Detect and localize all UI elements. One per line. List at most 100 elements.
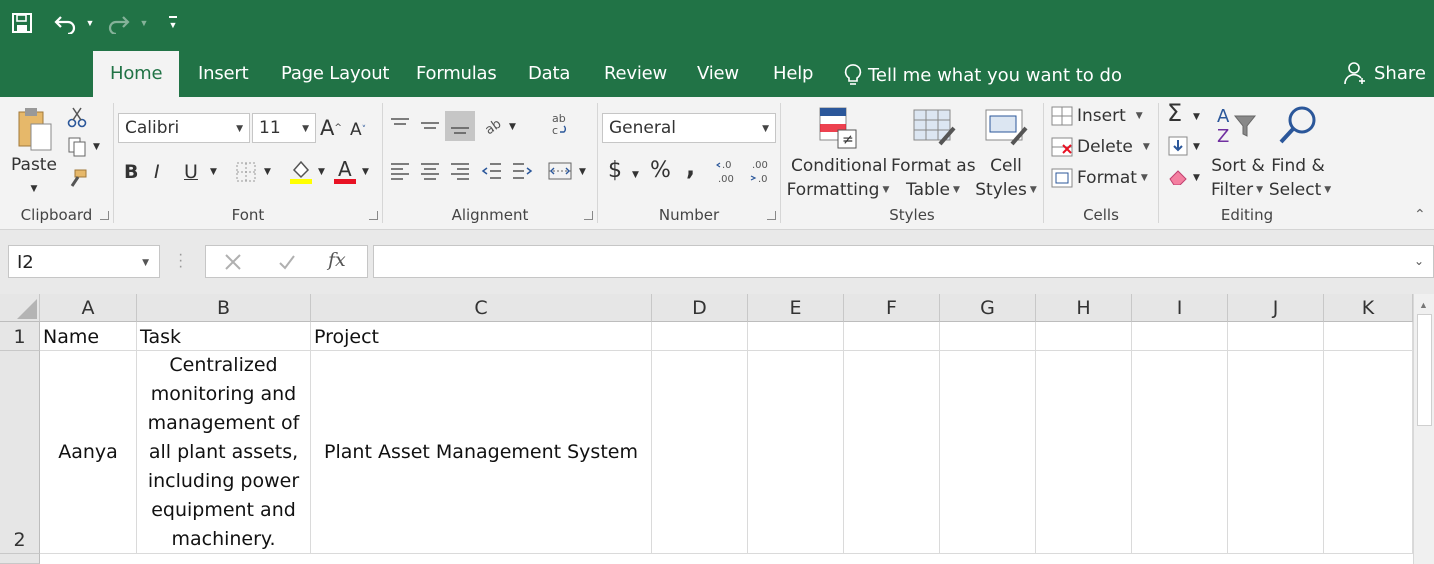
clear-dropdown-icon[interactable]: ▼ — [1193, 166, 1200, 190]
cell-f2[interactable] — [844, 351, 940, 554]
sort-filter-label-2[interactable]: Filter ▼ — [1207, 178, 1267, 202]
column-header-g[interactable]: G — [940, 294, 1036, 322]
cell-k1[interactable] — [1324, 322, 1413, 351]
cell-a2[interactable]: Aanya — [40, 351, 137, 554]
cell-styles-icon[interactable] — [983, 105, 1029, 151]
decrease-decimal-icon[interactable]: .00.0 — [748, 157, 776, 185]
scrollbar-thumb[interactable] — [1417, 314, 1432, 426]
cell-b2[interactable]: Centralized monitoring and management of… — [137, 351, 311, 554]
format-cells-icon[interactable] — [1050, 167, 1074, 189]
cell-d1[interactable] — [652, 322, 748, 351]
column-header-a[interactable]: A — [40, 294, 137, 322]
column-header-f[interactable]: F — [844, 294, 940, 322]
cell-styles-label-1[interactable]: Cell — [979, 154, 1033, 178]
top-align-icon[interactable] — [387, 113, 413, 137]
tab-review[interactable]: Review — [604, 63, 667, 84]
cell-h1[interactable] — [1036, 322, 1132, 351]
column-header-d[interactable]: D — [652, 294, 748, 322]
redo-icon[interactable] — [106, 10, 132, 36]
column-header-i[interactable]: I — [1132, 294, 1228, 322]
tab-data[interactable]: Data — [528, 63, 570, 84]
column-header-j[interactable]: J — [1228, 294, 1324, 322]
italic-button[interactable]: I — [154, 160, 160, 184]
customize-qat-icon[interactable]: ▼ — [166, 10, 180, 36]
save-icon[interactable] — [10, 10, 34, 36]
cut-icon[interactable] — [64, 105, 90, 129]
fill-color-icon[interactable] — [288, 157, 314, 185]
delete-cells-button[interactable]: Delete ▼ — [1077, 135, 1150, 159]
column-header-k[interactable]: K — [1324, 294, 1413, 322]
cell-b1[interactable]: Task — [137, 322, 311, 351]
paste-icon[interactable] — [12, 105, 58, 153]
decrease-indent-icon[interactable] — [479, 159, 505, 183]
expand-formula-bar-icon[interactable]: ⌄ — [1414, 254, 1424, 268]
orientation-icon[interactable]: ab — [481, 113, 507, 137]
cell-styles-label-2[interactable]: Styles ▼ — [973, 178, 1039, 202]
collapse-ribbon-icon[interactable]: ⌃ — [1414, 203, 1426, 227]
copy-dropdown-icon[interactable]: ▼ — [93, 135, 100, 159]
find-select-label-1[interactable]: Find & — [1269, 154, 1327, 178]
autosum-dropdown-icon[interactable]: ▼ — [1193, 105, 1200, 129]
cancel-icon[interactable] — [222, 252, 244, 272]
font-color-dropdown-icon[interactable]: ▼ — [362, 160, 369, 184]
cell-g1[interactable] — [940, 322, 1036, 351]
cell-k2[interactable] — [1324, 351, 1413, 554]
align-right-icon[interactable] — [447, 159, 473, 183]
number-format-select[interactable]: General ▼ — [602, 113, 776, 143]
cell-a1[interactable]: Name — [40, 322, 137, 351]
row-header-1[interactable]: 1 — [0, 322, 40, 351]
fill-dropdown-icon[interactable]: ▼ — [1193, 135, 1200, 159]
cell-e2[interactable] — [748, 351, 844, 554]
borders-dropdown-icon[interactable]: ▼ — [264, 160, 271, 184]
font-launcher-icon[interactable] — [369, 211, 378, 220]
select-all-button[interactable] — [0, 294, 40, 322]
paste-dropdown-icon[interactable]: ▼ — [8, 177, 60, 201]
insert-cells-icon[interactable] — [1050, 105, 1074, 127]
format-as-table-label-2[interactable]: Table ▼ — [891, 178, 975, 202]
cell-h2[interactable] — [1036, 351, 1132, 554]
tab-view[interactable]: View — [697, 63, 739, 84]
cell-i1[interactable] — [1132, 322, 1228, 351]
orientation-dropdown-icon[interactable]: ▼ — [509, 115, 516, 139]
tab-formulas[interactable]: Formulas — [416, 63, 497, 84]
column-header-c[interactable]: C — [311, 294, 652, 322]
format-as-table-label-1[interactable]: Format as — [891, 154, 976, 178]
grip-icon[interactable]: · · · — [178, 247, 183, 275]
bold-button[interactable]: B — [124, 160, 138, 184]
row-header-3[interactable] — [0, 554, 40, 564]
cell-c1[interactable]: Project — [311, 322, 652, 351]
tab-home[interactable]: Home — [93, 51, 180, 97]
insert-function-icon[interactable]: fx — [328, 248, 346, 272]
row-header-2[interactable]: 2 — [0, 351, 40, 554]
paste-button[interactable]: Paste — [8, 153, 60, 177]
align-center-icon[interactable] — [417, 159, 443, 183]
font-name-select[interactable]: Calibri ▼ — [118, 113, 250, 143]
clipboard-launcher-icon[interactable] — [100, 211, 109, 220]
decrease-font-size-icon[interactable]: A˅ — [350, 118, 366, 142]
increase-font-size-icon[interactable]: A^ — [320, 116, 342, 140]
sort-filter-label-1[interactable]: Sort & — [1209, 154, 1267, 178]
scroll-up-icon[interactable]: ▲ — [1419, 300, 1428, 310]
column-header-e[interactable]: E — [748, 294, 844, 322]
cell-d2[interactable] — [652, 351, 748, 554]
tab-help[interactable]: Help — [773, 63, 813, 84]
undo-icon[interactable] — [52, 10, 78, 36]
tab-insert[interactable]: Insert — [198, 63, 249, 84]
conditional-formatting-label-1[interactable]: Conditional — [791, 154, 887, 178]
vertical-scrollbar[interactable]: ▲ — [1413, 294, 1434, 564]
conditional-formatting-label-2[interactable]: Formatting ▼ — [785, 178, 891, 202]
cell-j1[interactable] — [1228, 322, 1324, 351]
cell-j2[interactable] — [1228, 351, 1324, 554]
currency-dropdown-icon[interactable]: ▼ — [632, 163, 639, 187]
format-as-table-icon[interactable] — [911, 105, 957, 151]
number-launcher-icon[interactable] — [767, 211, 776, 220]
copy-icon[interactable] — [64, 135, 90, 159]
merge-center-icon[interactable] — [547, 159, 573, 183]
cell-f1[interactable] — [844, 322, 940, 351]
clear-icon[interactable] — [1167, 165, 1191, 187]
wrap-text-icon[interactable]: ab c — [549, 111, 573, 137]
cell-i2[interactable] — [1132, 351, 1228, 554]
increase-decimal-icon[interactable]: .0.00 — [716, 157, 744, 185]
middle-align-icon[interactable] — [417, 113, 443, 137]
fill-down-icon[interactable] — [1167, 135, 1189, 157]
